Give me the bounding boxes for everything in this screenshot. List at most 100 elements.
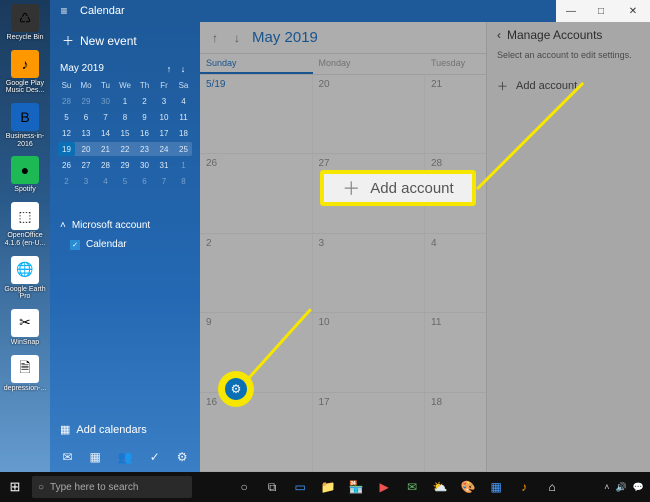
next-period-icon[interactable]: ↓: [230, 31, 244, 45]
tray-action-center-icon[interactable]: 💬: [633, 482, 644, 493]
taskbar-app[interactable]: 🏪: [347, 478, 365, 496]
app-icon: ⬚: [11, 202, 39, 230]
mini-day[interactable]: 4: [175, 94, 192, 108]
mini-prev-icon[interactable]: ↑: [162, 64, 176, 74]
taskbar-app[interactable]: ▭: [291, 478, 309, 496]
new-event-button[interactable]: ＋ New event: [50, 22, 200, 59]
calendar-cell[interactable]: 10: [313, 313, 426, 391]
mini-day[interactable]: 1: [175, 158, 192, 172]
mini-day[interactable]: 28: [58, 94, 75, 108]
mini-day[interactable]: 4: [97, 174, 114, 188]
mini-calendar[interactable]: SuMoTuWeThFrSa28293012345678910111213141…: [50, 78, 200, 190]
calendar-cell[interactable]: 20: [313, 75, 426, 153]
mini-day[interactable]: 8: [117, 110, 134, 124]
checkbox-icon[interactable]: ✓: [70, 240, 80, 250]
close-button[interactable]: ✕: [616, 0, 650, 22]
calendar-cell[interactable]: 2: [200, 234, 313, 312]
mini-day[interactable]: 6: [78, 110, 95, 124]
mini-day[interactable]: 14: [97, 126, 114, 140]
mini-dow: Tu: [97, 78, 114, 92]
manage-accounts-title: Manage Accounts: [507, 28, 602, 42]
calendar-cell[interactable]: 3: [313, 234, 426, 312]
minimize-button[interactable]: —: [556, 0, 586, 22]
taskbar: ⊞ ○ Type here to search ○ ⧉ ▭ 📁 🏪 ▶ ✉ ⛅ …: [0, 472, 650, 502]
calendar-cell[interactable]: 5/19: [200, 75, 313, 153]
hamburger-icon[interactable]: ≡: [50, 4, 78, 18]
taskbar-app[interactable]: ✉: [403, 478, 421, 496]
people-icon[interactable]: 👥: [118, 450, 133, 464]
mini-day[interactable]: 29: [78, 94, 95, 108]
mini-day[interactable]: 3: [78, 174, 95, 188]
tray-chevron-icon[interactable]: ˄: [604, 482, 609, 492]
calendar-cell[interactable]: 16: [200, 393, 313, 471]
maximize-button[interactable]: □: [586, 0, 616, 22]
mini-day[interactable]: 7: [97, 110, 114, 124]
gear-icon[interactable]: ⚙: [225, 378, 247, 400]
desktop-icon[interactable]: ♺Recycle Bin: [2, 4, 48, 42]
mini-day[interactable]: 25: [175, 142, 192, 156]
start-button[interactable]: ⊞: [0, 472, 30, 502]
mini-day[interactable]: 28: [97, 158, 114, 172]
mini-day[interactable]: 6: [136, 174, 153, 188]
mini-day[interactable]: 2: [136, 94, 153, 108]
mini-day[interactable]: 15: [117, 126, 134, 140]
back-icon[interactable]: ‹: [497, 28, 501, 42]
calendar-cell[interactable]: 17: [313, 393, 426, 471]
mini-day[interactable]: 16: [136, 126, 153, 140]
calendar-icon[interactable]: ▦: [89, 450, 100, 464]
mini-day[interactable]: 2: [58, 174, 75, 188]
desktop-icon[interactable]: ●Spotify: [2, 156, 48, 194]
mini-day[interactable]: 18: [175, 126, 192, 140]
mini-day[interactable]: 10: [156, 110, 173, 124]
taskbar-app[interactable]: 🎨: [459, 478, 477, 496]
taskbar-app[interactable]: ⌂: [543, 478, 561, 496]
taskbar-app[interactable]: ▦: [487, 478, 505, 496]
task-view-icon[interactable]: ⧉: [263, 478, 281, 496]
taskbar-app[interactable]: 📁: [319, 478, 337, 496]
mini-day[interactable]: 29: [117, 158, 134, 172]
desktop-icon[interactable]: BBusiness-in-2016: [2, 103, 48, 148]
settings-icon[interactable]: ⚙: [177, 450, 188, 464]
mini-day[interactable]: 24: [156, 142, 173, 156]
mini-day[interactable]: 5: [117, 174, 134, 188]
cortana-icon[interactable]: ○: [235, 478, 253, 496]
mini-day[interactable]: 5: [58, 110, 75, 124]
mini-day[interactable]: 7: [156, 174, 173, 188]
taskbar-search[interactable]: ○ Type here to search: [32, 476, 192, 498]
mini-day[interactable]: 31: [156, 158, 173, 172]
desktop-icon[interactable]: 🗎depression-...: [2, 355, 48, 393]
mini-day[interactable]: 21: [97, 142, 114, 156]
mini-day[interactable]: 3: [156, 94, 173, 108]
mini-day[interactable]: 23: [136, 142, 153, 156]
taskbar-app[interactable]: ⛅: [431, 478, 449, 496]
desktop-icon[interactable]: 🌐Google Earth Pro: [2, 256, 48, 301]
mini-day[interactable]: 11: [175, 110, 192, 124]
desktop-icon[interactable]: ♪Google Play Music Des...: [2, 50, 48, 95]
mini-day[interactable]: 9: [136, 110, 153, 124]
mail-icon[interactable]: ✉: [62, 450, 72, 464]
mini-day[interactable]: 22: [117, 142, 134, 156]
desktop-icon[interactable]: ⬚OpenOffice 4.1.6 (en-U...: [2, 202, 48, 247]
add-calendars-button[interactable]: ▦ Add calendars: [50, 415, 200, 444]
todo-icon[interactable]: ✓: [150, 450, 160, 464]
mini-day[interactable]: 13: [78, 126, 95, 140]
mini-day[interactable]: 17: [156, 126, 173, 140]
tray-network-icon[interactable]: 🔊: [616, 482, 627, 493]
calendar-cell[interactable]: 26: [200, 154, 313, 232]
mini-day[interactable]: 19: [58, 142, 75, 156]
account-section-header[interactable]: ˄ Microsoft account: [60, 220, 190, 231]
mini-day[interactable]: 30: [136, 158, 153, 172]
mini-day[interactable]: 30: [97, 94, 114, 108]
mini-next-icon[interactable]: ↓: [176, 64, 190, 74]
taskbar-app[interactable]: ▶: [375, 478, 393, 496]
desktop-icon[interactable]: ✂WinSnap: [2, 309, 48, 347]
mini-day[interactable]: 20: [78, 142, 95, 156]
taskbar-app[interactable]: ♪: [515, 478, 533, 496]
account-calendar-item[interactable]: ✓ Calendar: [60, 237, 190, 252]
mini-day[interactable]: 26: [58, 158, 75, 172]
mini-day[interactable]: 12: [58, 126, 75, 140]
prev-period-icon[interactable]: ↑: [208, 31, 222, 45]
mini-day[interactable]: 8: [175, 174, 192, 188]
mini-day[interactable]: 1: [117, 94, 134, 108]
mini-day[interactable]: 27: [78, 158, 95, 172]
